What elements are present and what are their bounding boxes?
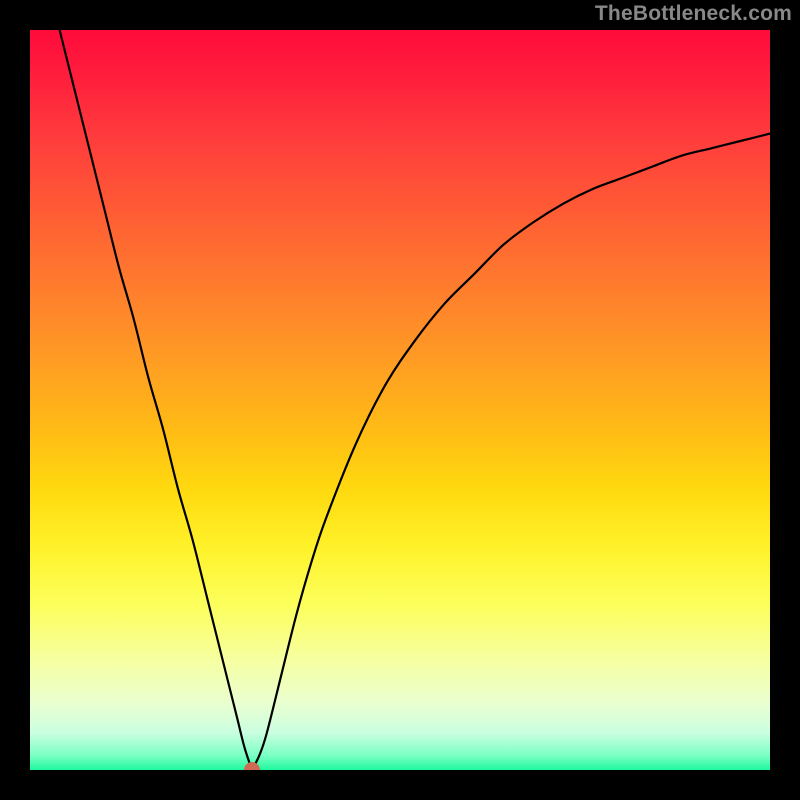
chart-frame: TheBottleneck.com [0, 0, 800, 800]
bottleneck-curve [30, 30, 770, 770]
watermark-text: TheBottleneck.com [595, 2, 792, 26]
plot-area [30, 30, 770, 770]
minimum-marker-icon [244, 762, 260, 770]
